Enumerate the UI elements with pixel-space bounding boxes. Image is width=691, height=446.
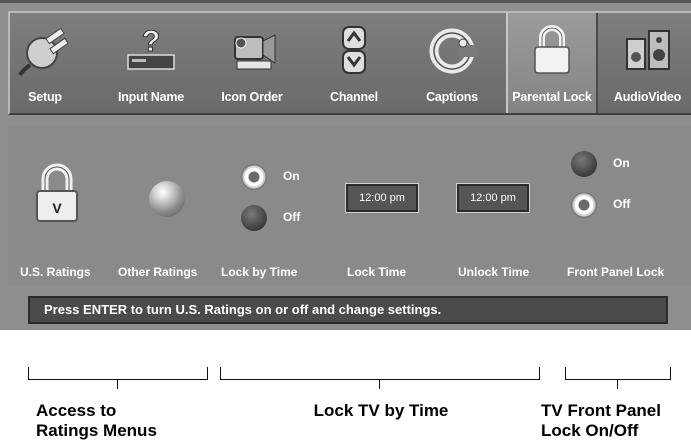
us-ratings-letter: V [52, 200, 62, 216]
menu-item-parental-lock[interactable]: Parental Lock [506, 13, 598, 113]
menu-item-audiovideo[interactable]: AudioVideo [602, 13, 691, 113]
menu-item-label: Icon Order [221, 90, 283, 104]
menu-item-captions[interactable]: Captions [414, 13, 490, 113]
up-down-arrows-icon [342, 26, 366, 74]
lock-time-field[interactable]: 12:00 pm [345, 183, 419, 213]
camcorder-icon [234, 34, 276, 70]
cc-icon [429, 28, 477, 74]
bracket-lock-time [220, 367, 540, 380]
menu-bar: Setup ? Input Name Icon Order Channel Ca… [8, 11, 691, 115]
caption-front-panel: TV Front Panel Lock On/Off [541, 401, 661, 440]
lock-by-time-on-radio[interactable] [241, 164, 267, 190]
bracket-ratings-tick [117, 379, 118, 389]
bracket-ratings [28, 367, 208, 380]
front-panel-lock-on-label: On [613, 156, 630, 170]
other-ratings-sphere-icon[interactable] [149, 181, 185, 217]
menu-item-label: Setup [28, 90, 62, 104]
status-bar: Press ENTER to turn U.S. Ratings on or o… [28, 296, 668, 324]
bracket-front-panel [565, 367, 671, 380]
speakers-icon [625, 30, 670, 70]
tv-screen: Setup ? Input Name Icon Order Channel Ca… [0, 0, 691, 330]
us-ratings-label: U.S. Ratings [20, 265, 91, 279]
padlock-icon [534, 25, 570, 74]
plug-icon [18, 27, 69, 76]
menu-item-label: Channel [330, 90, 378, 104]
svg-text:?: ? [142, 25, 160, 58]
question-device-icon: ? [127, 25, 175, 70]
menu-item-icon-order[interactable]: Icon Order [208, 13, 296, 113]
bracket-front-panel-tick [617, 379, 618, 389]
lock-time-label: Lock Time [347, 265, 407, 279]
front-panel-lock-off-label: Off [613, 197, 631, 211]
other-ratings-label: Other Ratings [118, 265, 198, 279]
caption-ratings: Access to Ratings Menus [36, 401, 157, 440]
lock-by-time-off-label: Off [283, 210, 301, 224]
front-panel-lock-label: Front Panel Lock [567, 265, 665, 279]
lock-by-time-on-label: On [283, 169, 300, 183]
lock-by-time-label: Lock by Time [221, 265, 298, 279]
lock-by-time-off-radio[interactable] [241, 205, 267, 231]
front-panel-lock-on-radio[interactable] [571, 151, 597, 177]
caption-lock-time: Lock TV by Time [313, 401, 449, 420]
bracket-lock-time-tick [379, 379, 380, 389]
unlock-time-field[interactable]: 12:00 pm [456, 183, 530, 213]
menu-item-label: Input Name [117, 90, 185, 104]
menu-item-setup[interactable]: Setup [16, 13, 74, 113]
front-panel-lock-off-radio[interactable] [571, 192, 597, 218]
menu-item-label: AudioVideo [613, 90, 682, 104]
us-ratings-lock-icon[interactable]: V [33, 163, 81, 225]
menu-item-label: Captions [426, 90, 478, 104]
unlock-time-label: Unlock Time [458, 265, 530, 279]
menu-item-input-name[interactable]: ? Input Name [112, 13, 190, 113]
menu-item-label: Parental Lock [512, 90, 592, 104]
menu-item-channel[interactable]: Channel [322, 13, 386, 113]
